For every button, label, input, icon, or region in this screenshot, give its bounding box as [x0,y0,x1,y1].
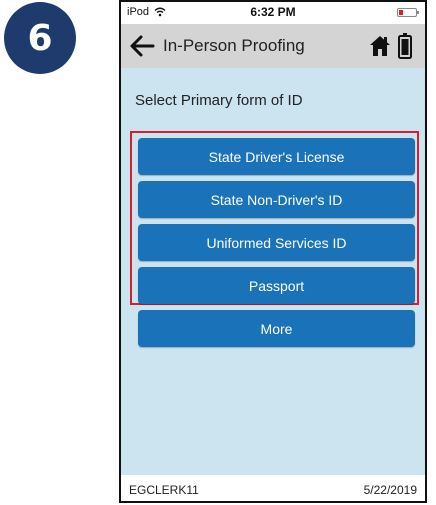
nav-title: In-Person Proofing [163,36,305,55]
nav-bar: In-Person Proofing [121,24,425,68]
footer-user: EGCLERK11 [129,483,199,497]
back-arrow-icon[interactable] [129,34,155,58]
more-button[interactable]: More [138,310,415,347]
battery-nub [417,11,419,14]
status-battery-icon [397,8,419,17]
state-drivers-license-button[interactable]: State Driver's License [138,138,415,175]
content-area: Select Primary form of ID State Driver's… [121,68,425,475]
select-id-prompt: Select Primary form of ID [135,92,303,109]
battery-level [399,10,403,15]
passport-button[interactable]: Passport [138,267,415,304]
uniformed-services-id-button[interactable]: Uniformed Services ID [138,224,415,261]
status-bar: iPod 6:32 PM [121,2,425,24]
battery-icon [398,33,412,59]
status-time: 6:32 PM [250,5,296,19]
step-number-badge: 6 [4,2,76,74]
state-non-drivers-id-button[interactable]: State Non-Driver's ID [138,181,415,218]
home-icon[interactable] [369,35,391,57]
phone-screen: iPod 6:32 PM In-Person Proofing Select P… [119,0,427,503]
footer-date: 5/22/2019 [363,483,417,497]
footer: EGCLERK11 5/22/2019 [121,475,425,501]
